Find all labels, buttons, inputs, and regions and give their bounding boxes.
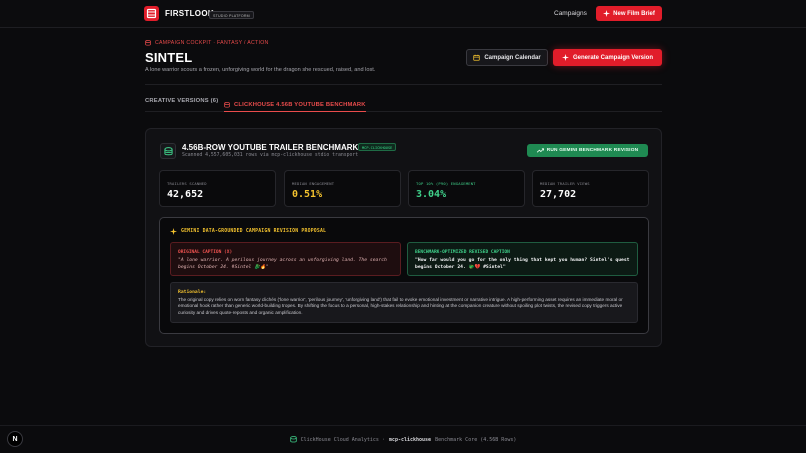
stat-value: 3.04% [416,189,447,200]
run-gemini-benchmark-button[interactable]: RUN GEMINI BENCHMARK REVISION [527,144,648,157]
tab-creative-versions[interactable]: CREATIVE VERSIONS (6) [145,98,218,104]
sparkle-icon [561,54,569,61]
database-icon [160,143,176,159]
stat-card-p90-engagement: TOP 10% (P90) ENGAGEMENT 3.04% [408,170,525,207]
breadcrumb-text: CAMPAIGN COCKPIT · FANTASY / ACTION [155,40,269,46]
stat-card-median-engagement: MEDIAN ENGAGEMENT 0.51% [284,170,401,207]
stat-value: 42,652 [167,189,204,200]
sparkle-icon [603,10,611,17]
proposal-title: GEMINI DATA-GROUNDED CAMPAIGN REVISION P… [170,228,326,235]
stat-card-median-views: MEDIAN TRAILER VIEWS 27,702 [532,170,649,207]
revision-proposal: GEMINI DATA-GROUNDED CAMPAIGN REVISION P… [159,217,649,334]
footer-strong: mcp-clickhouse [388,436,432,443]
rationale-text: The original copy relies on worn fantasy… [178,297,623,315]
tab-clickhouse-benchmark-label: CLICKHOUSE 4.56B YOUTUBE BENCHMARK [234,101,366,108]
film-logline: A lone warrior scours a frozen, unforgiv… [145,67,376,73]
sparkle-icon [170,228,177,235]
brand-name[interactable]: FIRSTLOOK [165,9,214,18]
next-dev-badge[interactable]: N [7,431,23,447]
rationale-box: Rationale: The original copy relies on w… [170,282,638,323]
top-bar: FIRSTLOOK STUDIO PLATFORM Campaigns New … [0,0,806,28]
benchmark-panel: 4.56B-ROW YOUTUBE TRAILER BENCHMARK MCP-… [145,128,662,347]
nav-campaigns-link[interactable]: Campaigns [554,10,587,17]
database-icon [289,436,297,443]
campaign-calendar-button[interactable]: Campaign Calendar [466,49,548,66]
footer-prefix: ClickHouse Cloud Analytics · [300,436,385,443]
stat-label: MEDIAN ENGAGEMENT [292,181,335,186]
trending-up-icon [536,148,544,153]
original-caption-label: ORIGINAL CAPTION (X) [178,250,233,255]
stat-label: TRAILERS SCANNED [167,181,207,186]
original-caption-text: "A lone warrior. A perilous journey acro… [178,258,387,270]
stat-label: TOP 10% (P90) ENGAGEMENT [416,181,476,186]
footer-text: ClickHouse Cloud Analytics · mcp-clickho… [0,436,806,443]
generate-campaign-version-label: Generate Campaign Version [572,54,654,61]
footer-suffix: Benchmark Core (4.56B Rows) [435,436,517,443]
database-icon [224,101,230,108]
platform-tag: STUDIO PLATFORM [209,11,254,19]
footer: ClickHouse Cloud Analytics · mcp-clickho… [0,425,806,453]
calendar-icon [473,54,480,61]
database-icon [145,40,151,46]
stat-label: MEDIAN TRAILER VIEWS [540,181,590,186]
generate-campaign-version-button[interactable]: Generate Campaign Version [553,49,662,66]
revised-caption-text: "How far would you go for the only thing… [415,258,630,270]
breadcrumb: CAMPAIGN COCKPIT · FANTASY / ACTION [145,40,269,46]
stat-card-trailers-scanned: TRAILERS SCANNED 42,652 [159,170,276,207]
revised-caption-box: BENCHMARK-OPTIMIZED REVISED CAPTION "How… [407,242,638,276]
campaign-calendar-label: Campaign Calendar [484,54,541,61]
proposal-title-text: GEMINI DATA-GROUNDED CAMPAIGN REVISION P… [181,229,327,234]
original-caption-box: ORIGINAL CAPTION (X) "A lone warrior. A … [170,242,401,276]
tab-bar: CREATIVE VERSIONS (6) CLICKHOUSE 4.56B Y… [145,98,662,112]
mcp-clickhouse-badge: MCP-CLICKHOUSE [358,143,397,151]
stat-value: 27,702 [540,189,577,200]
new-film-brief-button[interactable]: New Film Brief [596,6,662,21]
run-gemini-benchmark-label: RUN GEMINI BENCHMARK REVISION [546,148,639,153]
rationale-label: Rationale: [178,290,207,295]
stat-value: 0.51% [292,189,323,200]
revised-caption-label: BENCHMARK-OPTIMIZED REVISED CAPTION [415,250,510,255]
tab-clickhouse-benchmark[interactable]: CLICKHOUSE 4.56B YOUTUBE BENCHMARK [224,98,366,112]
page-title: SINTEL [145,50,193,65]
benchmark-title: 4.56B-ROW YOUTUBE TRAILER BENCHMARK [182,143,359,152]
benchmark-subtitle: Scanned 4,557,605,031 rows via mcp-click… [182,153,359,158]
new-film-brief-label: New Film Brief [613,10,655,17]
film-logo-icon[interactable] [144,6,159,21]
header-divider [145,84,662,85]
